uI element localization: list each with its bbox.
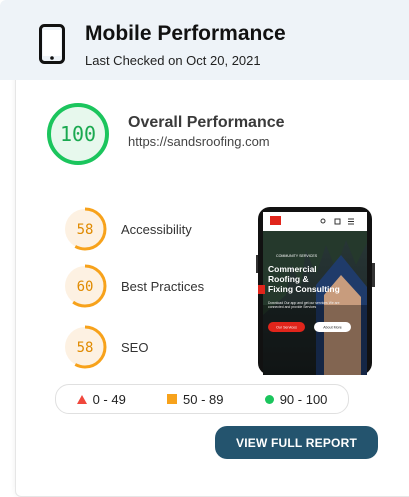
- overall-performance-label: Overall Performance: [128, 114, 285, 131]
- legend-good: 90 - 100: [264, 391, 328, 407]
- accessibility-label: Accessibility: [121, 222, 192, 237]
- legend-average: 50 - 89: [167, 391, 224, 407]
- page-title: Mobile Performance: [85, 22, 286, 45]
- green-circle-icon: [264, 394, 274, 404]
- mobile-screenshot-preview: COMMUNITY SERVICES Commercial Roofing & …: [256, 207, 375, 375]
- seo-score-gauge: 58: [63, 325, 107, 369]
- legend-bad-range: 0 - 49: [92, 391, 126, 407]
- legend-average-range: 50 - 89: [183, 391, 224, 407]
- score-legend: 0 - 49 50 - 89 90 - 100: [55, 384, 349, 414]
- preview-headline-2: Roofing &: [268, 274, 309, 284]
- best-practices-score-gauge: 60: [63, 264, 107, 308]
- preview-primary-button: Our Services: [276, 326, 297, 330]
- last-checked-date: Last Checked on Oct 20, 2021: [85, 53, 261, 68]
- preview-body-text: Download Our app and get our services We…: [268, 301, 340, 310]
- legend-bad: 0 - 49: [76, 391, 126, 407]
- overall-score-gauge: 100: [47, 103, 109, 165]
- best-practices-score-value: 60: [77, 279, 94, 295]
- card-header: Mobile Performance Last Checked on Oct 2…: [0, 0, 409, 80]
- accessibility-score-gauge: 58: [63, 207, 107, 251]
- preview-headline-3: Fixing Consulting: [268, 284, 340, 294]
- preview-headline-1: Commercial: [268, 264, 317, 274]
- seo-label: SEO: [121, 340, 149, 355]
- accessibility-score-value: 58: [77, 222, 94, 238]
- seo-score-value: 58: [77, 340, 94, 356]
- orange-square-icon: [167, 394, 178, 404]
- preview-secondary-button: About More: [323, 326, 342, 330]
- site-url: https://sandsroofing.com: [128, 134, 270, 149]
- overall-score-value: 100: [60, 122, 96, 146]
- red-triangle-icon: [76, 394, 87, 404]
- legend-good-range: 90 - 100: [279, 391, 328, 407]
- best-practices-label: Best Practices: [121, 279, 205, 294]
- view-full-report-button[interactable]: VIEW FULL REPORT: [215, 426, 378, 459]
- mobile-phone-icon: [39, 24, 65, 64]
- preview-eyebrow: COMMUNITY SERVICES: [276, 254, 318, 258]
